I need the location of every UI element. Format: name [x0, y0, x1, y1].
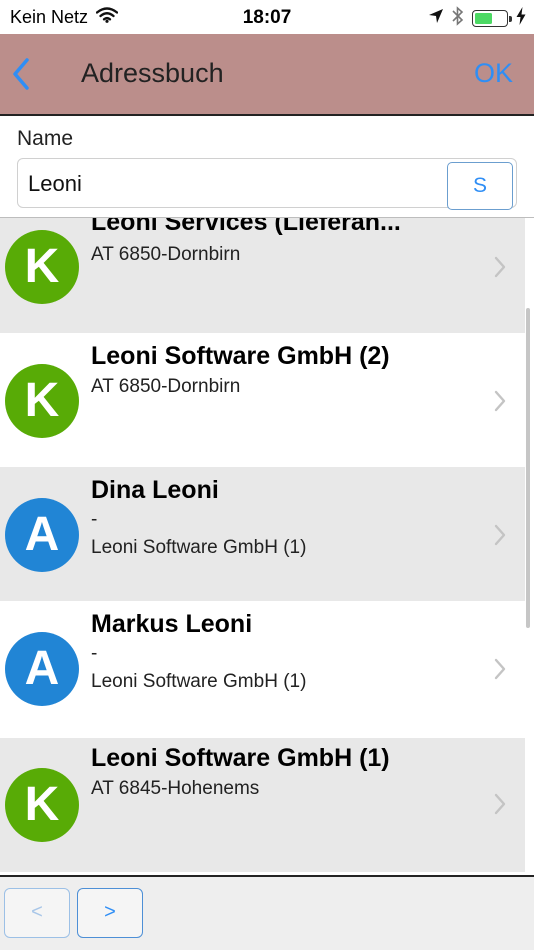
list-scrollbar[interactable]	[526, 308, 530, 628]
charging-bolt-icon	[516, 7, 526, 30]
avatar: K	[5, 364, 79, 438]
next-page-button[interactable]: >	[77, 888, 143, 938]
row-title: Markus Leoni	[91, 610, 253, 638]
bluetooth-icon	[452, 6, 464, 31]
back-button[interactable]	[6, 56, 36, 96]
row-title: Leoni Software GmbH (2)	[91, 342, 390, 370]
location-arrow-icon	[428, 8, 444, 29]
battery-icon	[472, 10, 512, 27]
row-line: Leoni Software GmbH (1)	[91, 537, 307, 558]
avatar-letter: A	[24, 642, 60, 695]
avatar-letter: K	[24, 374, 60, 427]
avatar: A	[5, 498, 79, 572]
chevron-right-icon	[493, 792, 507, 816]
row-line: AT 6845-Hohenems	[91, 778, 260, 799]
row-line: Leoni Software GmbH (1)	[91, 671, 307, 692]
list-item[interactable]: K Leoni Software GmbH (2) AT 6850-Dornbi…	[0, 333, 525, 467]
list-item[interactable]: K Leoni Software GmbH (1) AT 6845-Hohene…	[0, 738, 525, 872]
row-title: Leoni Services (Lieferan...	[91, 218, 401, 236]
row-title: Leoni Software GmbH (1)	[91, 744, 390, 772]
row-line: AT 6850-Dornbirn	[91, 376, 241, 397]
list-item[interactable]: A Dina Leoni - Leoni Software GmbH (1)	[0, 467, 525, 601]
avatar: K	[5, 230, 79, 304]
previous-page-button[interactable]: <	[4, 888, 70, 938]
ok-button[interactable]: OK	[474, 58, 513, 89]
list-item[interactable]: K Leoni Services (Lieferan... AT 6850-Do…	[0, 218, 525, 333]
row-line: -	[91, 643, 98, 664]
row-title: Dina Leoni	[91, 476, 219, 504]
chevron-right-icon	[493, 657, 507, 681]
page-title: Adressbuch	[81, 58, 224, 88]
search-button[interactable]: S	[447, 162, 513, 210]
avatar-letter: K	[24, 778, 60, 831]
chevron-left-icon	[12, 57, 30, 95]
nav-bar: Adressbuch OK	[0, 34, 534, 116]
search-input-value[interactable]: Leoni	[28, 171, 82, 197]
name-field-label: Name	[17, 127, 74, 150]
avatar: K	[5, 768, 79, 842]
battery-cap	[509, 16, 512, 22]
battery-level-fill	[475, 13, 492, 24]
status-bar: Kein Netz 18:07	[0, 0, 534, 34]
chevron-right-icon	[493, 255, 507, 279]
chevron-right-icon	[493, 389, 507, 413]
avatar-letter: K	[24, 240, 60, 293]
chevron-right-icon	[493, 523, 507, 547]
pager-toolbar: < >	[0, 877, 534, 950]
avatar: A	[5, 632, 79, 706]
row-line: -	[91, 509, 98, 530]
results-list[interactable]: K Leoni Services (Lieferan... AT 6850-Do…	[0, 218, 525, 875]
avatar-letter: A	[24, 508, 60, 561]
status-right	[428, 6, 526, 31]
name-search-field[interactable]: Leoni S	[17, 158, 517, 210]
row-line: AT 6850-Dornbirn	[91, 244, 241, 265]
list-item[interactable]: A Markus Leoni - Leoni Software GmbH (1)	[0, 601, 525, 735]
